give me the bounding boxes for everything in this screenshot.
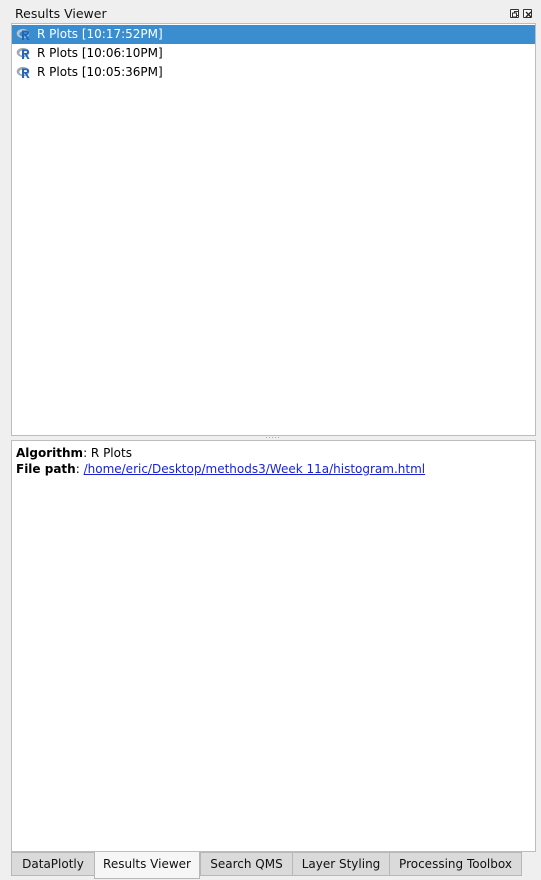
r-logo-icon [16,47,30,59]
dock-tab-bar: DataPlotly Results Viewer Search QMS Lay… [11,852,536,880]
tab-dataplotly[interactable]: DataPlotly [11,852,95,876]
splitter-handle[interactable] [265,436,281,439]
filepath-link[interactable]: /home/eric/Desktop/methods3/Week 11a/his… [84,462,426,476]
results-list[interactable]: R Plots [10:17:52PM] R Plots [10:06:10PM… [11,23,536,436]
tab-search-qms[interactable]: Search QMS [200,852,293,876]
r-logo-icon [16,28,30,40]
result-item[interactable]: R Plots [10:17:52PM] [12,25,535,44]
tab-layer-styling[interactable]: Layer Styling [292,852,390,876]
algorithm-label: Algorithm [16,446,84,460]
result-item[interactable]: R Plots [10:05:36PM] [12,63,535,82]
panel-title: Results Viewer [15,6,107,21]
filepath-line: File path: /home/eric/Desktop/methods3/W… [16,462,425,476]
algorithm-value: R Plots [90,446,132,460]
result-item-label: R Plots [10:06:10PM] [37,46,163,60]
result-item[interactable]: R Plots [10:06:10PM] [12,44,535,63]
algorithm-separator: : [83,446,91,460]
close-icon [525,11,532,18]
tab-results-viewer[interactable]: Results Viewer [94,852,200,879]
r-logo-icon [16,66,30,78]
float-window-icon [512,11,519,18]
float-window-button[interactable] [510,9,519,18]
close-panel-button[interactable] [523,9,532,18]
filepath-separator: : [75,462,84,476]
tab-processing-toolbox[interactable]: Processing Toolbox [389,852,522,876]
filepath-label: File path [16,462,76,476]
results-viewer-dock: Results Viewer R Plots [10:17:52PM] R Pl… [0,0,541,880]
algorithm-line: Algorithm: R Plots [16,446,132,460]
result-details-pane: Algorithm: R Plots File path: /home/eric… [11,440,536,852]
result-item-label: R Plots [10:05:36PM] [37,65,163,79]
result-item-label: R Plots [10:17:52PM] [37,27,163,41]
